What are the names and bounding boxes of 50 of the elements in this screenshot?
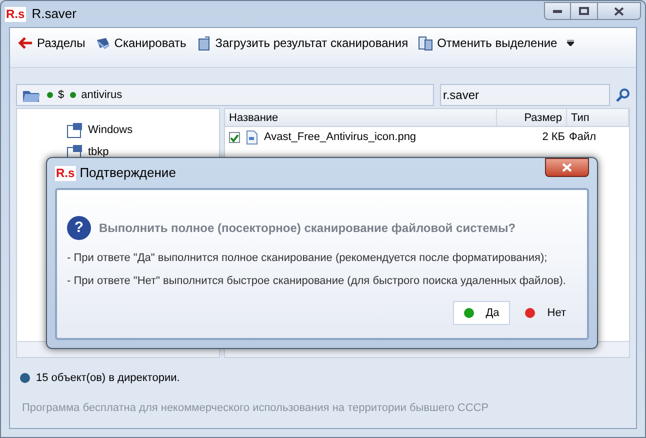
file-icon: [246, 130, 258, 145]
dialog-title: Подтверждение: [80, 164, 176, 182]
file-name[interactable]: Avast_Free_Antivirus_icon.png: [264, 129, 416, 146]
tree-item[interactable]: Windows: [88, 122, 133, 138]
dialog-question: Выполнить полное (посекторное) сканирование файловой системы?: [99, 220, 516, 237]
arrow-left-icon: [18, 36, 33, 50]
dialog-button[interactable]: Нет: [514, 301, 577, 325]
toolbar-button[interactable]: Разделы: [18, 34, 86, 52]
checkbox[interactable]: [229, 132, 240, 143]
close-button[interactable]: [545, 158, 589, 176]
close-icon: [562, 162, 572, 172]
maximize-icon: [579, 7, 589, 15]
path-segment[interactable]: antivirus: [81, 86, 122, 104]
folder-icon: [67, 122, 82, 138]
status-dot-icon: [47, 92, 53, 98]
toolbar-button[interactable]: Сканировать: [95, 34, 186, 52]
documents-icon: [418, 36, 434, 50]
app-logo: R.s: [5, 6, 26, 22]
minimize-icon: [553, 10, 562, 12]
dialog-text: - При ответе "Нет" выполнится быстрое сканирование (для быстрого поиска удаленных файлов).: [67, 274, 567, 288]
close-icon: [614, 6, 624, 16]
minimize-button[interactable]: [544, 2, 571, 20]
column-header[interactable]: Название: [225, 109, 497, 126]
maximize-button[interactable]: [571, 2, 597, 20]
search-field[interactable]: r.saver: [440, 84, 610, 106]
footer-note: Программа бесплатна для некоммерческого использования на территории бывшего СССР: [21, 400, 490, 416]
search-icon[interactable]: [616, 88, 630, 102]
status-dot-icon: [70, 92, 76, 98]
path-bar[interactable]: $ antivirus: [16, 84, 434, 106]
toolbar-button[interactable]: Загрузить результат сканирования: [196, 34, 408, 52]
question-icon: ?: [67, 216, 91, 240]
scanner-icon: [95, 36, 110, 50]
path-segment[interactable]: $: [58, 86, 64, 104]
toolbar-button[interactable]: Отменить выделение: [418, 34, 558, 52]
column-header[interactable]: Тип: [567, 109, 629, 126]
status-dot-icon: [20, 373, 30, 384]
dropdown-arrow-icon[interactable]: [567, 40, 574, 46]
close-button[interactable]: [597, 2, 641, 20]
dialog-button[interactable]: Да: [452, 301, 510, 325]
status-dot-icon: [525, 308, 536, 318]
dialog-text: - При ответе "Да" выполнится полное сканирование (рекомендуется после форматирования);: [67, 251, 548, 266]
status-dot-icon: [464, 308, 474, 318]
tree-item[interactable]: tbkp: [88, 144, 109, 160]
app-logo: R.s: [55, 166, 76, 180]
file-size: 2 КБ: [541, 130, 566, 146]
document-icon: [196, 36, 212, 50]
file-type: Файл: [568, 130, 598, 146]
status-text: 15 объект(ов) в директории.: [36, 371, 180, 386]
column-header[interactable]: Размер: [497, 109, 567, 126]
window-title: R.saver: [32, 5, 76, 24]
